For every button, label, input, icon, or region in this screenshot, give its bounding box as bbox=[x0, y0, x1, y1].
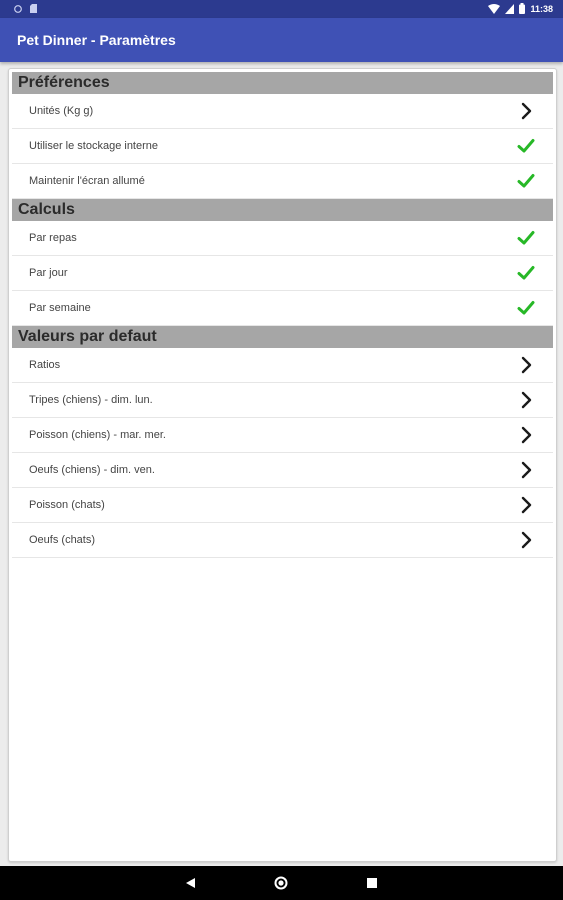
setting-item-par-repas[interactable]: Par repas bbox=[12, 221, 553, 256]
checkmark-icon bbox=[517, 137, 535, 155]
chevron-right-icon bbox=[517, 102, 535, 120]
setting-label: Maintenir l'écran allumé bbox=[29, 175, 145, 187]
setting-item-unites-kg-g[interactable]: Unités (Kg g) bbox=[12, 94, 553, 129]
setting-label: Par semaine bbox=[29, 302, 91, 314]
home-icon[interactable] bbox=[274, 876, 288, 890]
section-header-valeurs-par-defaut: Valeurs par defaut bbox=[12, 326, 553, 348]
checkmark-icon bbox=[517, 264, 535, 282]
settings-card: Préférences Unités (Kg g) Utiliser le stoc… bbox=[8, 68, 557, 862]
navigation-bar bbox=[0, 866, 563, 900]
setting-label: Ratios bbox=[29, 359, 61, 371]
setting-label: Par jour bbox=[29, 267, 68, 279]
app-bar: Pet Dinner - Paramètres bbox=[0, 18, 563, 62]
setting-item-utiliser-le-stockage-interne[interactable]: Utiliser le stockage interne bbox=[12, 129, 553, 164]
setting-label: Poisson (chiens) - mar. mer. bbox=[29, 429, 166, 441]
cast-icon bbox=[14, 4, 22, 13]
chevron-right-icon bbox=[517, 426, 535, 444]
setting-item-poisson-chats[interactable]: Poisson (chats) bbox=[12, 488, 553, 523]
sd-card-icon bbox=[30, 4, 37, 13]
battery-icon bbox=[519, 3, 526, 14]
checkmark-icon bbox=[517, 172, 535, 190]
checkmark-icon bbox=[517, 229, 535, 247]
setting-label: Unités (Kg g) bbox=[29, 105, 94, 117]
checkmark-icon bbox=[517, 299, 535, 317]
chevron-right-icon bbox=[517, 531, 535, 549]
wifi-icon bbox=[488, 3, 501, 14]
setting-item-ratios[interactable]: Ratios bbox=[12, 348, 553, 383]
setting-label: Poisson (chats) bbox=[29, 499, 105, 511]
section-header-preferences: Préférences bbox=[12, 72, 553, 94]
app-title: Pet Dinner - Paramètres bbox=[17, 32, 176, 48]
setting-label: Par repas bbox=[29, 232, 77, 244]
setting-label: Tripes (chiens) - dim. lun. bbox=[29, 394, 153, 406]
section-header-calculs: Calculs bbox=[12, 199, 553, 221]
setting-item-tripes-chiens-dim-lun[interactable]: Tripes (chiens) - dim. lun. bbox=[12, 383, 553, 418]
recents-icon[interactable] bbox=[367, 878, 377, 888]
signal-icon bbox=[505, 3, 515, 14]
chevron-right-icon bbox=[517, 356, 535, 374]
setting-item-par-jour[interactable]: Par jour bbox=[12, 256, 553, 291]
setting-label: Oeufs (chats) bbox=[29, 534, 96, 546]
setting-item-maintenir-l-ecran-allume[interactable]: Maintenir l'écran allumé bbox=[12, 164, 553, 199]
setting-item-oeufs-chats[interactable]: Oeufs (chats) bbox=[12, 523, 553, 558]
setting-item-poisson-chiens-mar-mer[interactable]: Poisson (chiens) - mar. mer. bbox=[12, 418, 553, 453]
setting-item-par-semaine[interactable]: Par semaine bbox=[12, 291, 553, 326]
setting-item-oeufs-chiens-dim-ven[interactable]: Oeufs (chiens) - dim. ven. bbox=[12, 453, 553, 488]
status-time: 11:38 bbox=[530, 3, 553, 14]
setting-label: Utiliser le stockage interne bbox=[29, 140, 159, 152]
setting-label: Oeufs (chiens) - dim. ven. bbox=[29, 464, 155, 476]
settings-list: Préférences Unités (Kg g) Utiliser le stoc… bbox=[12, 72, 553, 558]
status-bar: 11:38 bbox=[0, 0, 563, 18]
chevron-right-icon bbox=[517, 391, 535, 409]
chevron-right-icon bbox=[517, 496, 535, 514]
chevron-right-icon bbox=[517, 461, 535, 479]
back-icon[interactable] bbox=[186, 878, 196, 888]
